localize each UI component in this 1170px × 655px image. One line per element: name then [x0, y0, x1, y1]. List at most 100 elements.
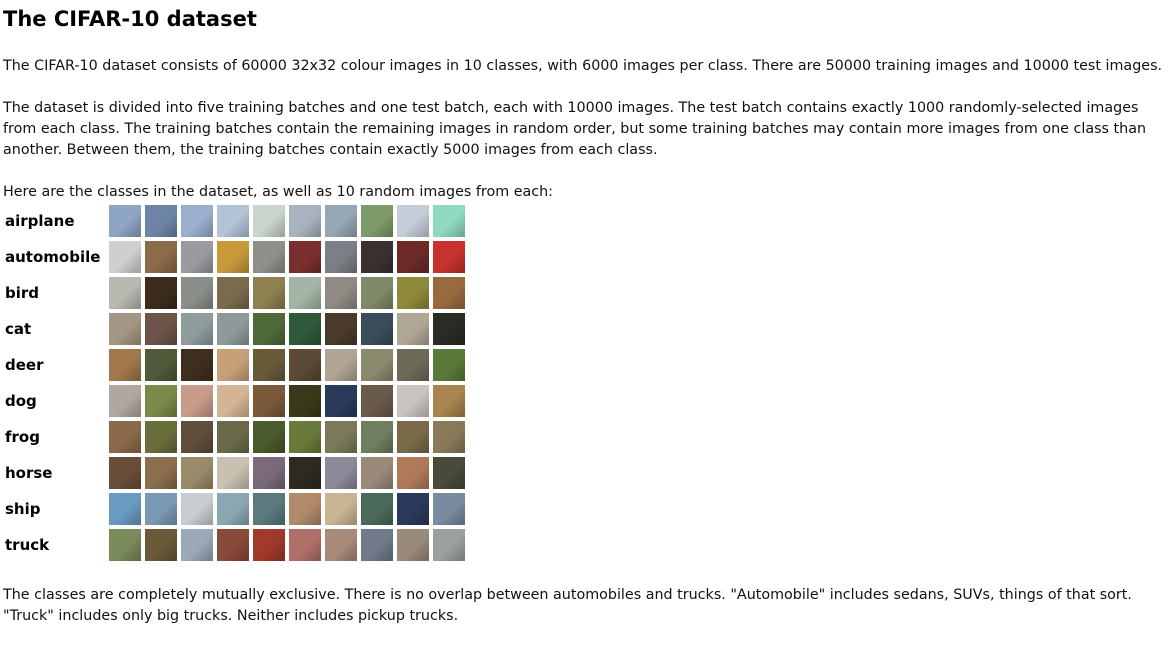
sample-image	[433, 457, 465, 489]
sample-image	[325, 493, 357, 525]
sample-image	[325, 313, 357, 345]
sample-image	[253, 529, 285, 561]
sample-image	[145, 313, 177, 345]
class-thumbnails	[109, 203, 465, 239]
sample-image	[109, 277, 141, 309]
sample-image	[253, 349, 285, 381]
sample-image	[253, 385, 285, 417]
sample-image	[289, 349, 321, 381]
sample-image	[145, 421, 177, 453]
sample-image	[397, 385, 429, 417]
sample-image	[361, 241, 393, 273]
sample-image	[145, 241, 177, 273]
sample-image	[397, 277, 429, 309]
class-thumbnails	[109, 527, 465, 563]
intro-paragraph: The CIFAR-10 dataset consists of 60000 3…	[3, 58, 1163, 74]
sample-image	[109, 205, 141, 237]
sample-image	[253, 313, 285, 345]
sample-image	[325, 205, 357, 237]
sample-image	[433, 349, 465, 381]
sample-image	[109, 385, 141, 417]
sample-image	[217, 313, 249, 345]
sample-image	[181, 457, 213, 489]
sample-image	[181, 385, 213, 417]
sample-image	[181, 421, 213, 453]
sample-image	[397, 529, 429, 561]
sample-image	[361, 457, 393, 489]
sample-image	[325, 529, 357, 561]
batches-paragraph: The dataset is divided into five trainin…	[3, 100, 1147, 158]
sample-image	[361, 349, 393, 381]
sample-image	[253, 457, 285, 489]
class-row: dog	[3, 383, 465, 419]
sample-image	[325, 349, 357, 381]
class-label: cat	[5, 320, 32, 338]
classes-intro-paragraph: Here are the classes in the dataset, as …	[3, 184, 553, 200]
sample-image	[289, 205, 321, 237]
sample-image	[433, 421, 465, 453]
sample-image	[181, 277, 213, 309]
class-label: airplane	[5, 212, 75, 230]
class-row: airplane	[3, 203, 465, 239]
sample-image	[289, 457, 321, 489]
sample-image	[289, 421, 321, 453]
class-thumbnails	[109, 383, 465, 419]
sample-image	[361, 313, 393, 345]
sample-image	[361, 421, 393, 453]
class-row: bird	[3, 275, 465, 311]
sample-image	[433, 205, 465, 237]
class-row: frog	[3, 419, 465, 455]
class-row: automobile	[3, 239, 465, 275]
page: The CIFAR-10 dataset The CIFAR-10 datase…	[0, 0, 1170, 627]
sample-image	[217, 493, 249, 525]
sample-image	[145, 529, 177, 561]
sample-image	[361, 493, 393, 525]
sample-image	[181, 529, 213, 561]
sample-image	[325, 457, 357, 489]
class-label: automobile	[5, 248, 101, 266]
sample-image	[145, 349, 177, 381]
class-row: ship	[3, 491, 465, 527]
sample-image	[145, 385, 177, 417]
sample-image	[217, 349, 249, 381]
sample-image	[433, 493, 465, 525]
sample-image	[181, 205, 213, 237]
sample-image	[361, 385, 393, 417]
sample-image	[289, 241, 321, 273]
sample-image	[217, 241, 249, 273]
sample-image	[181, 493, 213, 525]
sample-image	[289, 529, 321, 561]
sample-image	[145, 205, 177, 237]
sample-image	[109, 493, 141, 525]
class-label: dog	[5, 392, 37, 410]
sample-image	[289, 313, 321, 345]
sample-image	[397, 205, 429, 237]
class-label: deer	[5, 356, 44, 374]
sample-image	[253, 493, 285, 525]
sample-image	[361, 205, 393, 237]
sample-image	[145, 277, 177, 309]
sample-image	[433, 277, 465, 309]
sample-image	[253, 421, 285, 453]
class-image-table: airplane automobile bird cat deer dog frog hors…	[3, 203, 465, 563]
sample-image	[217, 421, 249, 453]
sample-image	[397, 493, 429, 525]
sample-image	[325, 421, 357, 453]
sample-image	[253, 205, 285, 237]
sample-image	[109, 313, 141, 345]
sample-image	[289, 277, 321, 309]
sample-image	[289, 493, 321, 525]
sample-image	[289, 385, 321, 417]
sample-image	[397, 421, 429, 453]
class-label: frog	[5, 428, 40, 446]
sample-image	[145, 493, 177, 525]
sample-image	[217, 277, 249, 309]
class-label: horse	[5, 464, 53, 482]
sample-image	[397, 349, 429, 381]
sample-image	[217, 385, 249, 417]
sample-image	[181, 349, 213, 381]
sample-image	[325, 277, 357, 309]
sample-image	[433, 313, 465, 345]
sample-image	[253, 277, 285, 309]
sample-image	[433, 529, 465, 561]
